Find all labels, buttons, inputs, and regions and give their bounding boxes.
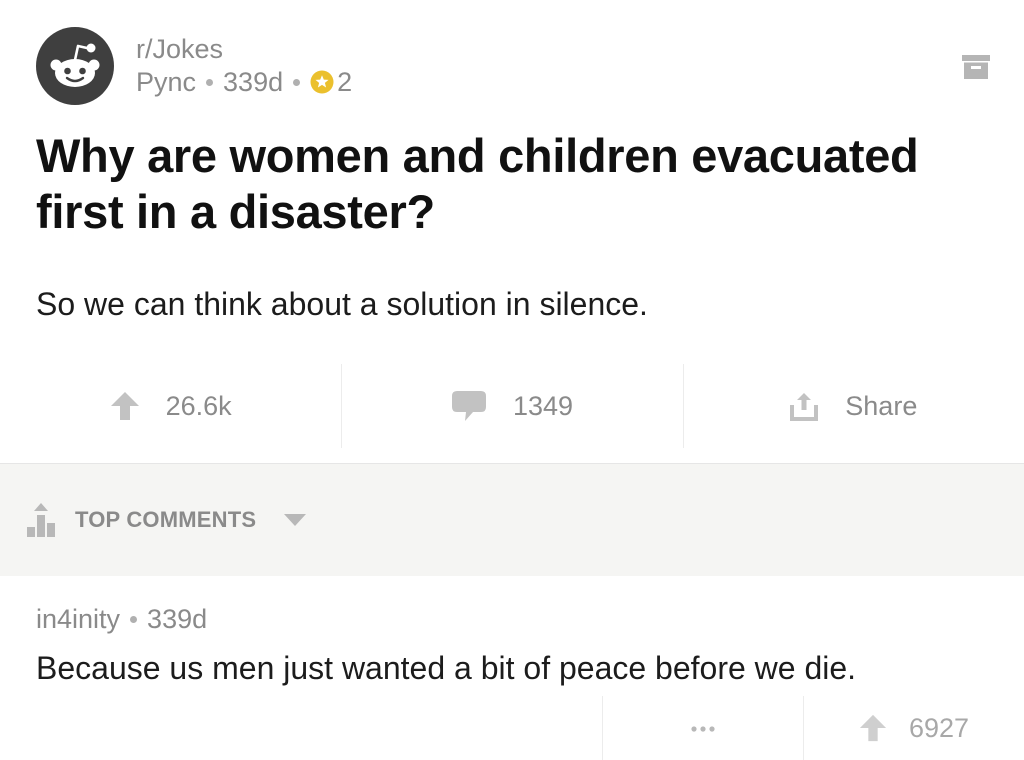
- share-button[interactable]: Share: [682, 364, 1024, 448]
- separator-dot: [130, 616, 138, 623]
- comment-upvote-button[interactable]: 6927: [803, 696, 1024, 760]
- upvote-arrow-icon: [110, 391, 140, 421]
- separator-dot: [293, 78, 301, 86]
- archive-icon[interactable]: [962, 55, 990, 79]
- post-author[interactable]: Pync: [136, 65, 196, 99]
- comment-author[interactable]: in4inity: [36, 604, 120, 635]
- post-title[interactable]: Why are women and children evacuated fir…: [36, 128, 996, 240]
- subreddit-avatar[interactable]: [36, 27, 114, 105]
- comments-sort-bar[interactable]: TOP COMMENTS: [0, 463, 1024, 577]
- award-count: 2: [337, 67, 353, 97]
- upvote-count: 26.6k: [165, 390, 232, 421]
- reddit-snoo-icon: [50, 43, 100, 87]
- comment-upvote-count: 6927: [908, 712, 970, 743]
- comments-button[interactable]: 1349: [341, 364, 682, 448]
- more-options-icon: [691, 719, 715, 737]
- comment-age: 339d: [147, 604, 208, 634]
- post-meta: r/Jokes Pync 339d 2: [136, 33, 352, 99]
- post-age: 339d: [223, 67, 284, 97]
- comment-item: in4inity 339d Because us men just wanted…: [0, 576, 1024, 760]
- share-icon: [789, 391, 819, 421]
- comment-bubble-icon: [451, 390, 487, 422]
- comment-body: Because us men just wanted a bit of peac…: [36, 650, 857, 686]
- subreddit-name[interactable]: r/Jokes: [136, 33, 352, 65]
- sort-bars-icon: [27, 503, 63, 537]
- comment-count: 1349: [512, 390, 574, 421]
- share-label: Share: [845, 390, 918, 421]
- separator-dot: [206, 78, 214, 86]
- post-header: r/Jokes Pync 339d 2: [36, 26, 352, 106]
- post-byline: Pync 339d 2: [136, 65, 352, 99]
- post-action-bar: 26.6k 1349 Share: [0, 364, 1024, 448]
- post-body: So we can think about a solution in sile…: [36, 286, 648, 322]
- star-award-icon: [310, 70, 334, 94]
- comment-actions: 6927: [602, 696, 1024, 760]
- comment-byline: in4inity 339d: [36, 604, 207, 635]
- more-options-button[interactable]: [602, 696, 803, 760]
- upvote-arrow-icon: [859, 714, 887, 742]
- chevron-down-icon[interactable]: [284, 514, 307, 526]
- sort-label[interactable]: TOP COMMENTS: [75, 507, 256, 533]
- upvote-button[interactable]: 26.6k: [0, 364, 341, 448]
